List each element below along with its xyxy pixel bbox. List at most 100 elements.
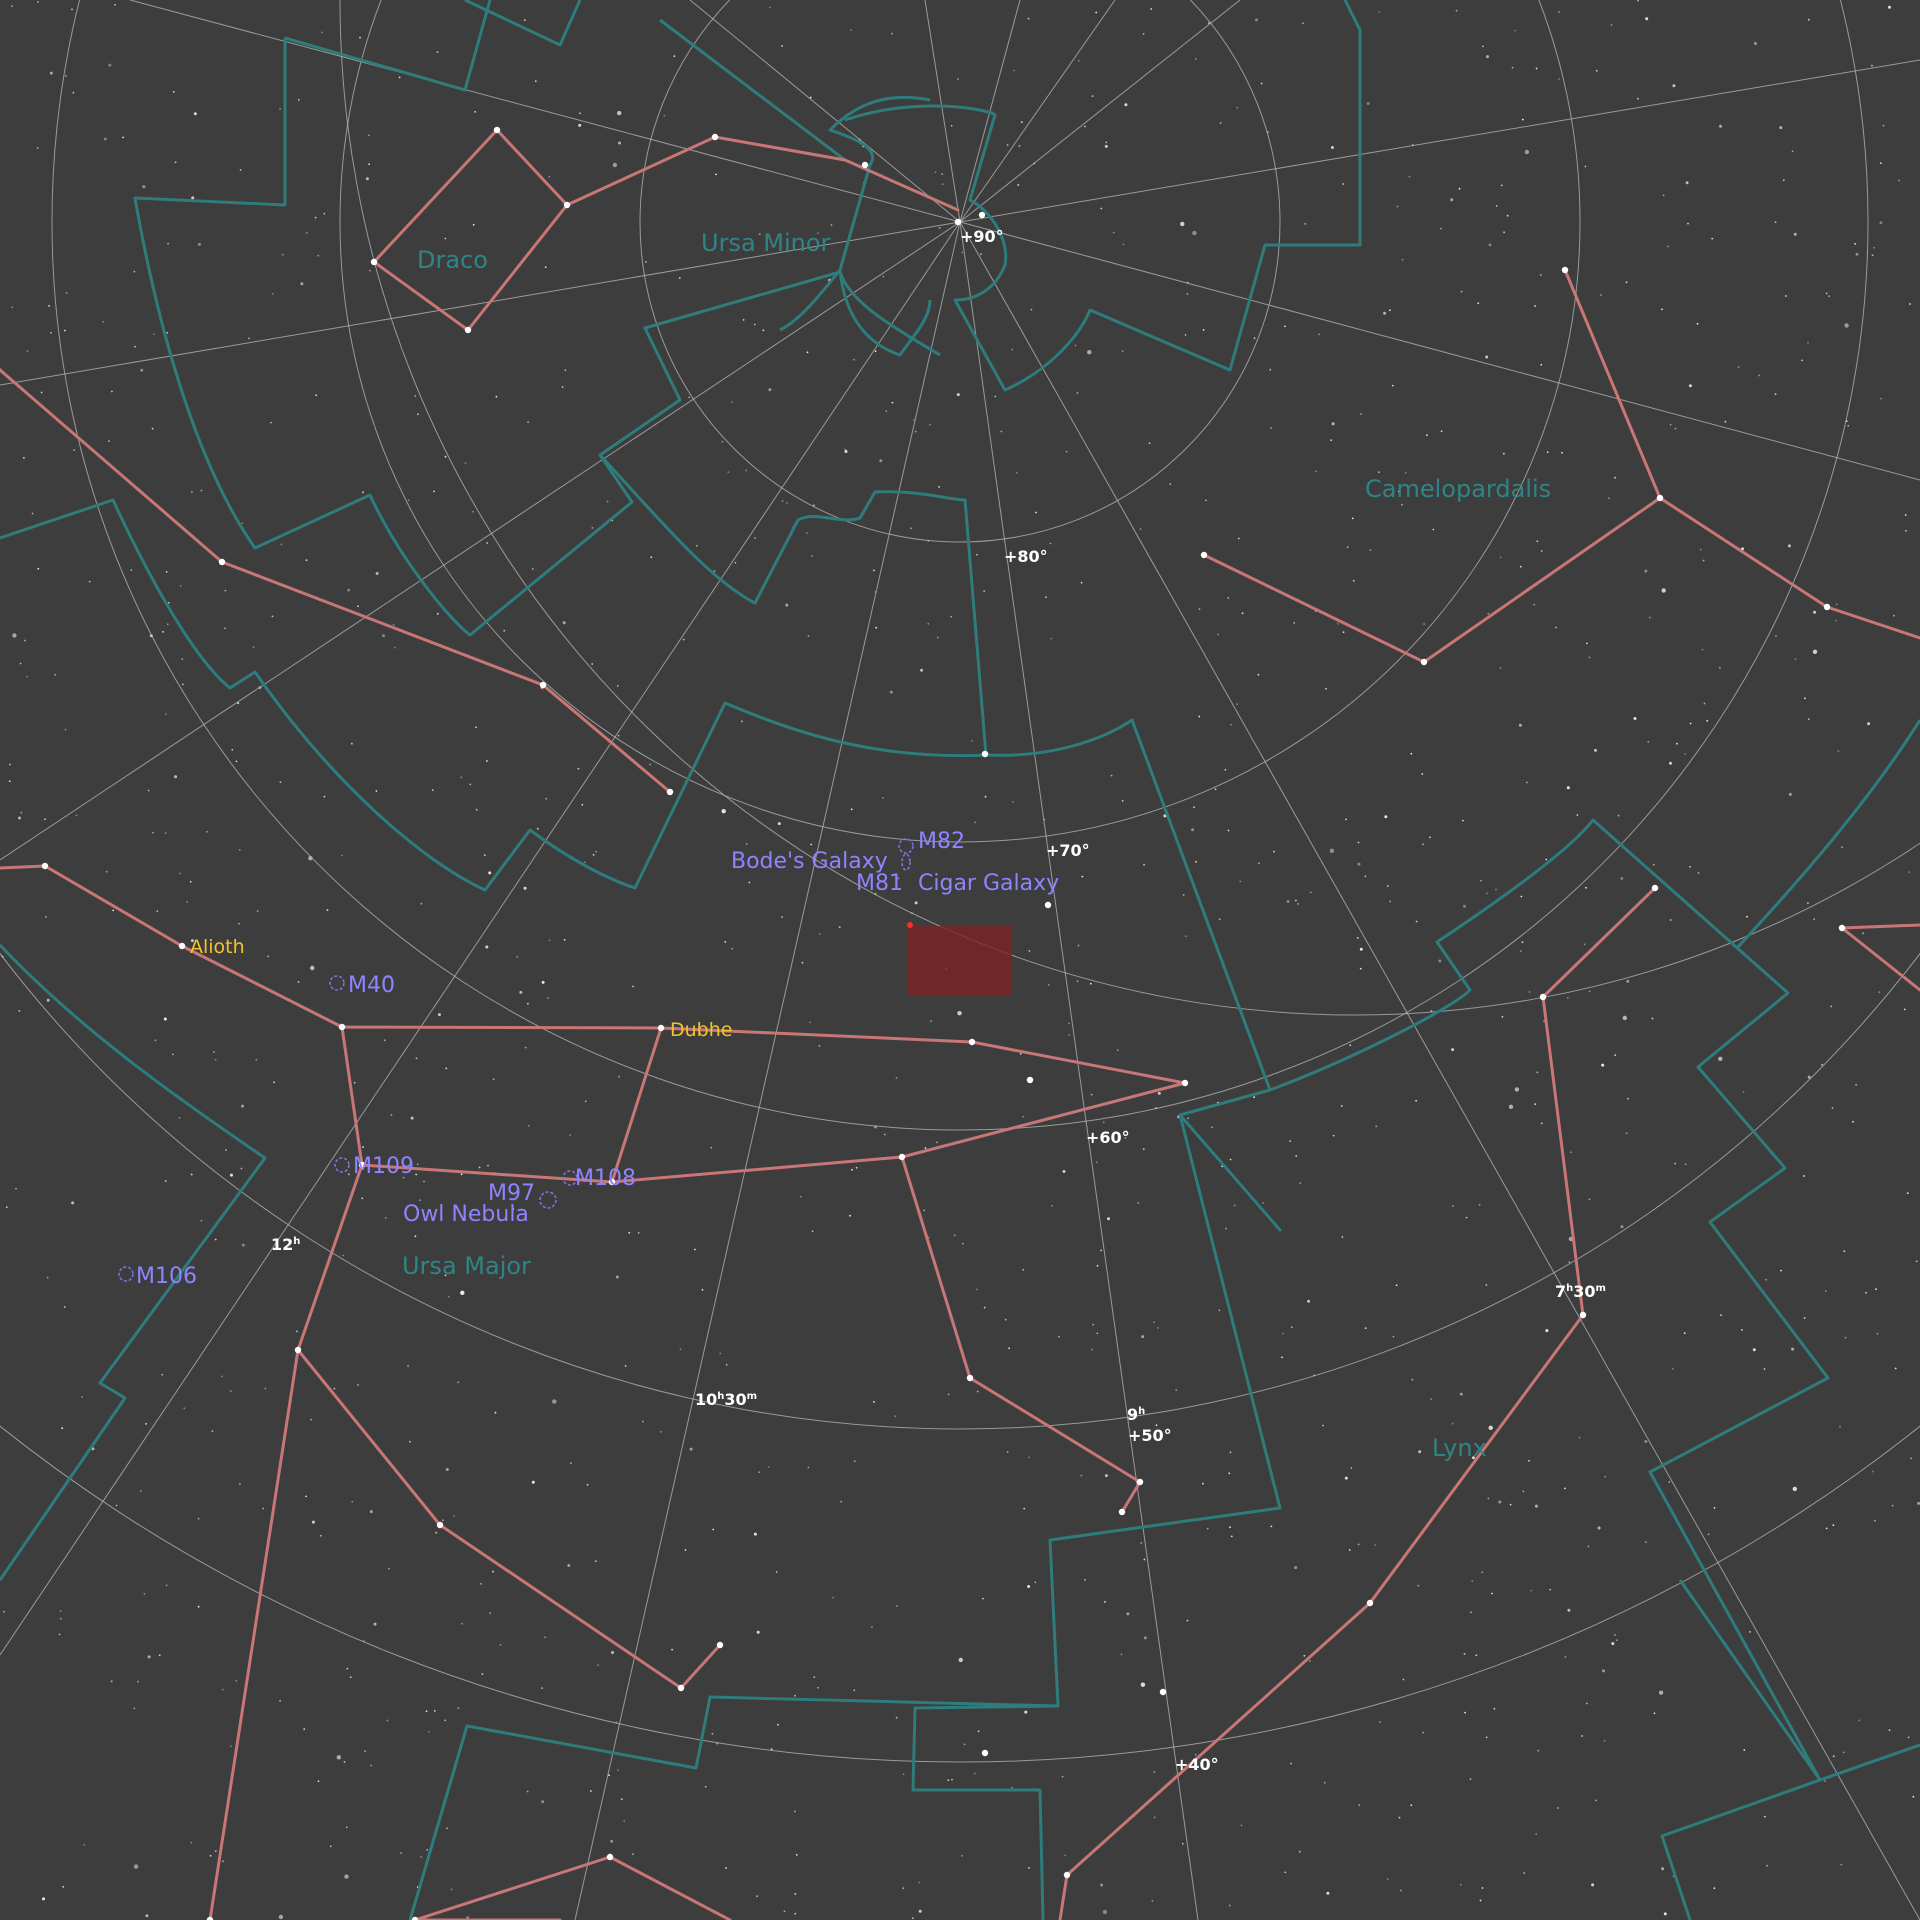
star <box>1801 359 1803 362</box>
star <box>1157 1327 1159 1329</box>
star <box>190 1173 193 1176</box>
star <box>1536 1071 1539 1074</box>
star <box>1595 69 1598 72</box>
star <box>1294 1566 1298 1570</box>
constellation-name-ursa-minor: Ursa Minor <box>701 229 831 257</box>
star <box>1683 1332 1686 1335</box>
star <box>1855 252 1859 256</box>
star <box>548 939 551 942</box>
star <box>460 1173 463 1176</box>
star <box>1169 483 1172 485</box>
star <box>1345 818 1347 821</box>
star <box>963 1743 966 1746</box>
star <box>314 216 317 219</box>
star <box>1384 815 1388 819</box>
star <box>832 1596 834 1599</box>
star <box>323 795 326 798</box>
star <box>807 1466 810 1469</box>
star <box>1084 1578 1086 1581</box>
star <box>323 212 326 215</box>
star <box>44 818 46 821</box>
star <box>1290 1326 1293 1328</box>
star <box>1907 1736 1910 1739</box>
star <box>1540 550 1543 552</box>
star <box>115 1504 118 1507</box>
star <box>400 1852 402 1854</box>
star <box>1049 542 1052 545</box>
star <box>1915 1260 1918 1263</box>
star <box>11 5 13 8</box>
star <box>620 1798 623 1800</box>
bright-star <box>954 218 962 226</box>
star <box>279 1699 281 1702</box>
bright-star <box>493 126 501 134</box>
star <box>624 1365 627 1367</box>
star <box>1763 1368 1766 1370</box>
star <box>436 612 439 615</box>
star <box>221 1688 224 1691</box>
bright-star <box>968 1038 976 1046</box>
star <box>1186 1619 1189 1622</box>
star <box>1302 22 1304 25</box>
star <box>382 634 385 638</box>
star <box>1211 1126 1213 1129</box>
star <box>1438 959 1442 963</box>
star <box>1581 1735 1583 1737</box>
star <box>37 567 40 570</box>
star <box>1586 642 1588 645</box>
star <box>469 783 472 786</box>
star <box>1359 947 1363 951</box>
star <box>1525 781 1528 784</box>
star <box>1842 1751 1845 1754</box>
star <box>1620 1225 1624 1229</box>
star <box>725 1363 728 1366</box>
star <box>1644 1440 1648 1443</box>
star <box>487 1164 489 1167</box>
star <box>133 1707 136 1710</box>
star <box>63 1306 66 1308</box>
star <box>1459 1392 1463 1396</box>
star <box>910 527 912 530</box>
star <box>1807 341 1809 344</box>
star <box>1569 1151 1572 1154</box>
star <box>1122 243 1125 246</box>
star <box>1184 334 1187 336</box>
star <box>1828 295 1830 298</box>
dec-label-90: +90° <box>960 227 1004 246</box>
star <box>122 136 124 139</box>
star <box>1426 434 1428 436</box>
star <box>1058 1335 1060 1338</box>
star <box>296 1330 298 1333</box>
star <box>1080 581 1083 584</box>
dso-label-m81: M81 <box>856 871 903 896</box>
star <box>781 500 784 502</box>
star <box>1087 350 1092 355</box>
star <box>958 1657 963 1663</box>
star <box>361 1197 364 1200</box>
star <box>1617 814 1620 817</box>
star <box>147 789 150 792</box>
star <box>442 1519 444 1522</box>
star <box>544 1636 546 1639</box>
star <box>270 421 272 424</box>
star <box>416 1163 419 1166</box>
star <box>1518 723 1522 727</box>
star <box>1360 413 1362 415</box>
star <box>179 872 181 875</box>
star <box>754 537 756 539</box>
star <box>362 1146 364 1148</box>
star <box>370 1764 373 1767</box>
star <box>971 739 973 742</box>
star <box>151 427 154 430</box>
star <box>489 1612 492 1614</box>
star <box>130 569 133 571</box>
star <box>961 1855 963 1857</box>
star <box>734 561 737 564</box>
star <box>883 1133 886 1136</box>
star <box>1090 1093 1093 1096</box>
star <box>1658 1690 1664 1695</box>
star <box>1074 344 1077 347</box>
star <box>1092 1323 1095 1326</box>
star <box>781 45 783 47</box>
star <box>1604 1475 1607 1478</box>
